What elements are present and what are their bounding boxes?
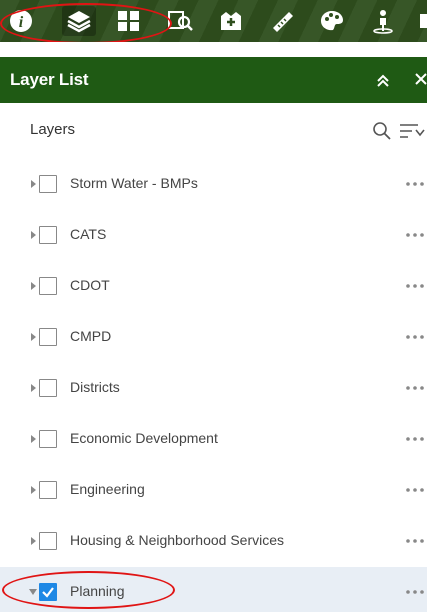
more-options-icon[interactable] <box>404 436 427 442</box>
layer-label: Economic Development <box>70 430 218 446</box>
layer-visibility-checkbox[interactable] <box>39 175 57 193</box>
layers-icon[interactable] <box>62 6 96 36</box>
more-options-icon[interactable] <box>404 487 427 493</box>
close-icon <box>415 73 427 85</box>
caret-right-icon[interactable] <box>29 281 37 291</box>
collapse-button[interactable] <box>372 70 394 92</box>
caret-right-icon[interactable] <box>29 179 37 189</box>
more-options-icon[interactable] <box>404 589 427 595</box>
measure-icon[interactable] <box>265 6 299 36</box>
caret-right-icon[interactable] <box>29 485 37 495</box>
grid-icon[interactable] <box>112 6 146 36</box>
more-options-icon[interactable] <box>404 283 427 289</box>
layer-item[interactable]: Housing & Neighborhood Services <box>0 516 427 567</box>
layer-visibility-checkbox[interactable] <box>39 481 57 499</box>
more-options-icon[interactable] <box>404 385 427 391</box>
panel-title: Layer List <box>10 70 89 89</box>
layers-header-row: Layers <box>0 113 427 149</box>
layer-label: CATS <box>70 226 107 242</box>
layer-label: Storm Water - BMPs <box>70 175 198 191</box>
svg-text:i: i <box>19 14 24 31</box>
check-icon <box>42 587 54 598</box>
add-data-icon[interactable] <box>214 6 248 36</box>
search-icon[interactable] <box>372 121 392 141</box>
layer-visibility-checkbox[interactable] <box>39 277 57 295</box>
layer-item[interactable]: CATS <box>0 210 427 261</box>
close-button[interactable] <box>415 70 427 92</box>
layer-label: Districts <box>70 379 120 395</box>
layer-label: CMPD <box>70 328 112 344</box>
widget-toolbar: i <box>0 0 427 42</box>
info-icon[interactable]: i <box>4 6 38 36</box>
layer-item[interactable]: Districts <box>0 363 427 414</box>
search-map-icon[interactable] <box>163 6 197 36</box>
layer-item[interactable]: Engineering <box>0 465 427 516</box>
more-tool-icon[interactable] <box>414 6 427 36</box>
layer-visibility-checkbox[interactable] <box>39 583 57 601</box>
layer-label: Engineering <box>70 481 145 497</box>
caret-down-icon[interactable] <box>29 587 37 597</box>
more-options-icon[interactable] <box>404 181 427 187</box>
caret-right-icon[interactable] <box>29 434 37 444</box>
layer-label: Housing & Neighborhood Services <box>70 532 285 548</box>
caret-right-icon[interactable] <box>29 383 37 393</box>
layer-visibility-checkbox[interactable] <box>39 532 57 550</box>
caret-right-icon[interactable] <box>29 230 37 240</box>
palette-icon[interactable] <box>315 6 349 36</box>
caret-right-icon[interactable] <box>29 536 37 546</box>
layers-label: Layers <box>30 121 76 138</box>
layer-visibility-checkbox[interactable] <box>39 379 57 397</box>
layer-item[interactable]: Storm Water - BMPs <box>0 159 427 210</box>
panel-header: Layer List <box>0 57 427 103</box>
layer-label: Planning <box>70 583 125 599</box>
more-options-icon[interactable] <box>404 538 427 544</box>
layer-visibility-checkbox[interactable] <box>39 328 57 346</box>
layer-item[interactable]: Planning <box>0 567 427 612</box>
filter-list-icon[interactable] <box>398 121 427 141</box>
layer-item[interactable]: Economic Development <box>0 414 427 465</box>
caret-right-icon[interactable] <box>29 332 37 342</box>
layer-item[interactable]: CDOT <box>0 261 427 312</box>
more-options-icon[interactable] <box>404 232 427 238</box>
person-icon[interactable] <box>366 6 400 36</box>
layer-list: Storm Water - BMPs CATS CDOT CMPD Districts E… <box>0 159 427 612</box>
layer-item[interactable]: CMPD <box>0 312 427 363</box>
layer-visibility-checkbox[interactable] <box>39 430 57 448</box>
more-options-icon[interactable] <box>404 334 427 340</box>
layer-label: CDOT <box>70 277 110 293</box>
double-chevron-up-icon <box>377 74 389 87</box>
layer-visibility-checkbox[interactable] <box>39 226 57 244</box>
